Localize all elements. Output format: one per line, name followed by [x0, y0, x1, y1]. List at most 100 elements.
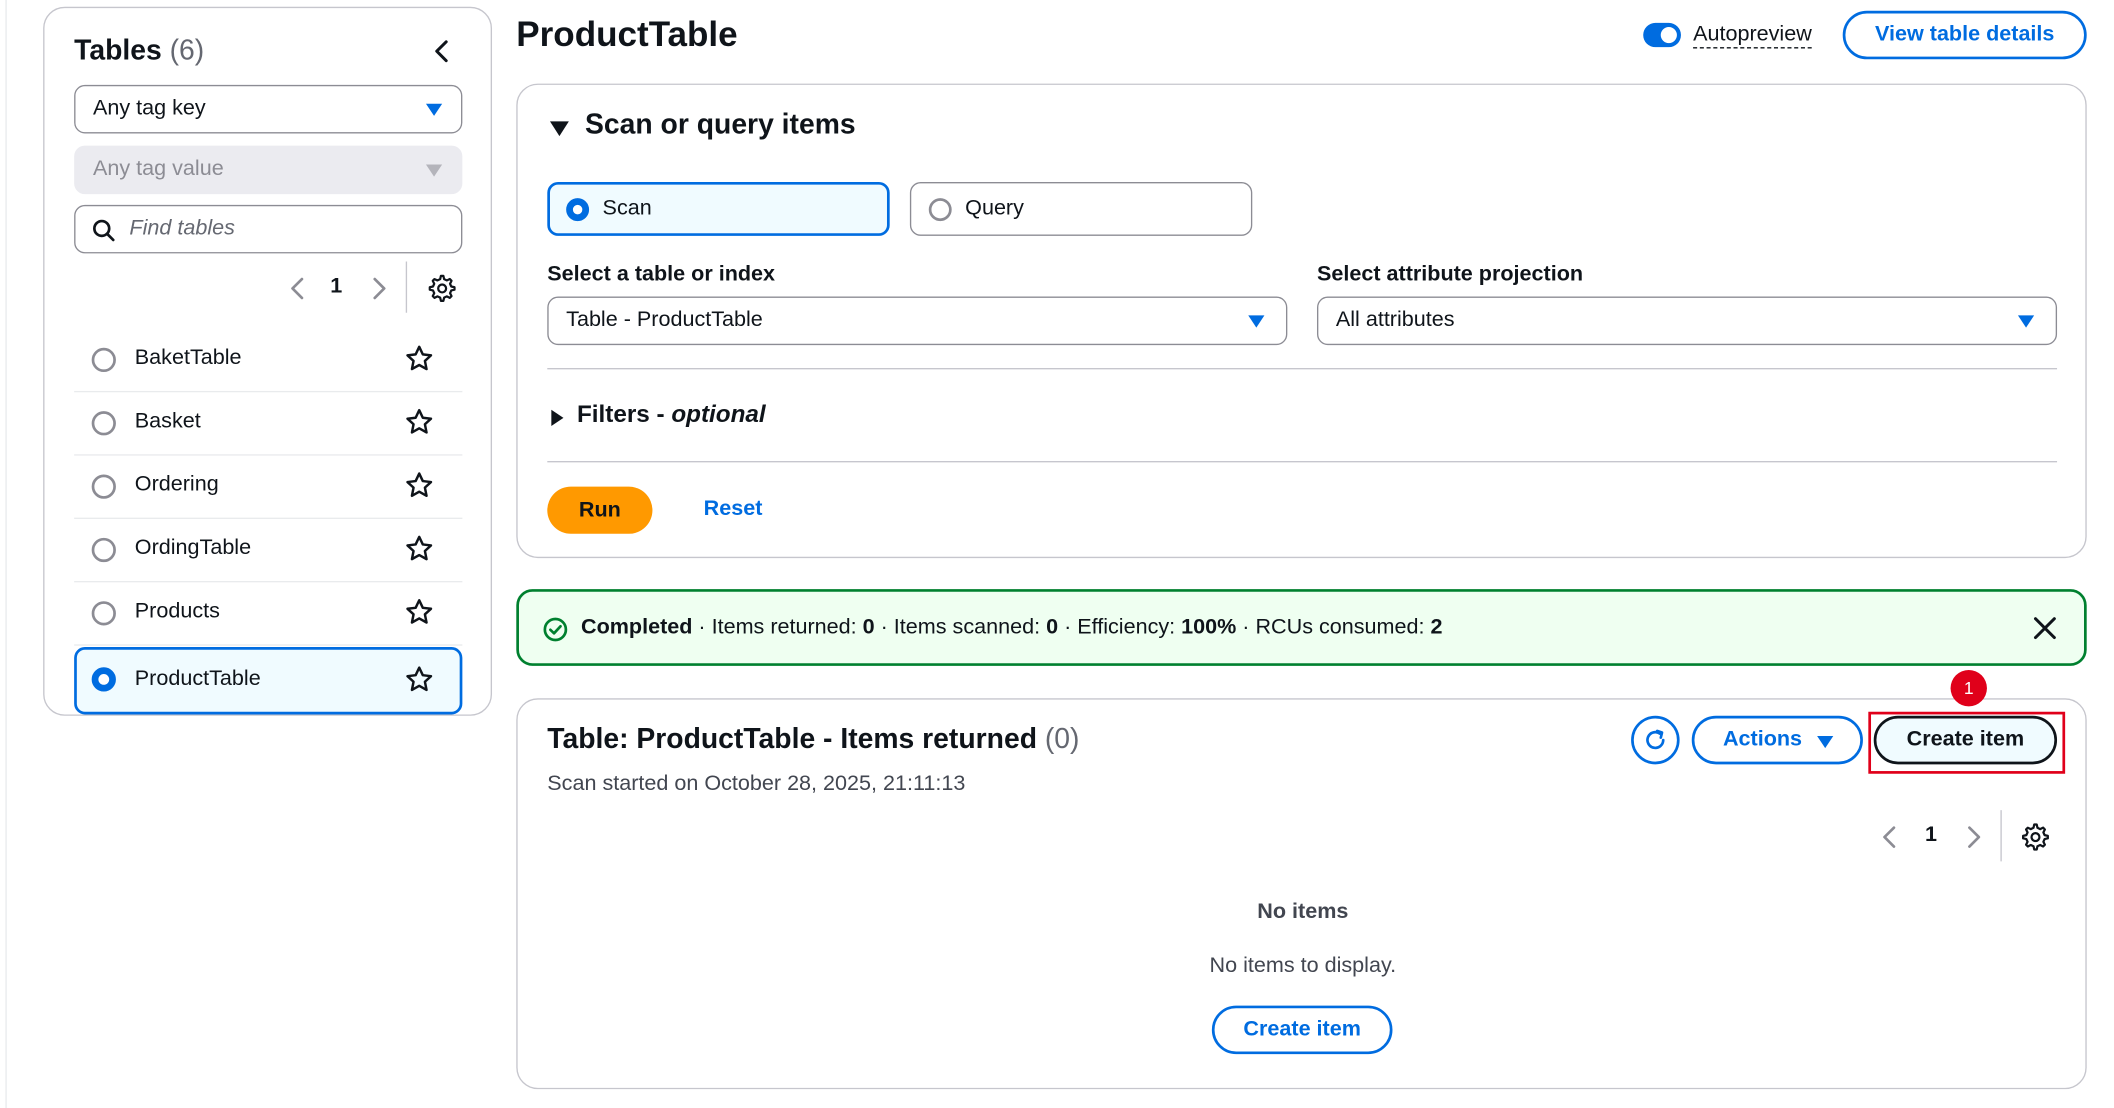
next-page-icon[interactable] [1963, 824, 1985, 851]
divider [547, 368, 2058, 370]
close-icon[interactable] [2033, 616, 2057, 647]
table-index-value: Table - ProductTable [566, 308, 763, 332]
table-index-select[interactable]: Table - ProductTable [547, 296, 1288, 346]
tag-value-select: Any tag value [74, 145, 463, 195]
run-button[interactable]: Run [547, 486, 653, 534]
table-name: ProductTable [134, 667, 261, 691]
table-name: Basket [134, 409, 201, 433]
expand-triangle-icon[interactable] [549, 121, 569, 137]
items-scanned-label: · Items scanned: [874, 616, 1047, 639]
empty-state-title: No items [1257, 900, 1349, 924]
left-divider [5, 0, 7, 1108]
table-list-item-selected[interactable]: ProductTable [74, 647, 463, 715]
prev-page-icon[interactable] [287, 275, 309, 302]
flash-text: Completed · Items returned: 0 · Items sc… [581, 616, 1442, 640]
rcus-label: · RCUs consumed: [1236, 616, 1431, 639]
scan-mode-label: Scan [602, 196, 652, 220]
star-icon[interactable] [404, 597, 434, 633]
projection-select-label: Select attribute projection [1316, 262, 1584, 286]
star-icon[interactable] [404, 665, 434, 701]
current-page-number[interactable]: 1 [330, 275, 342, 299]
radio-button[interactable] [91, 347, 116, 373]
page-title: ProductTable [516, 13, 738, 54]
radio-button[interactable] [91, 411, 116, 436]
rcus-value: 2 [1430, 616, 1443, 639]
table-name: Products [134, 599, 220, 623]
radio-button[interactable] [928, 198, 952, 222]
actions-label: Actions [1722, 727, 1803, 751]
query-mode-label: Query [965, 196, 1024, 220]
table-name: OrdingTable [134, 536, 252, 560]
table-select-label: Select a table or index [547, 262, 776, 286]
search-icon [93, 219, 115, 242]
pagination-divider [2000, 810, 2002, 862]
caret-down-icon [2017, 315, 2035, 328]
tag-key-select[interactable]: Any tag key [74, 84, 463, 134]
results-title-text: Table: ProductTable - Items returned [547, 723, 1037, 755]
scan-section-title[interactable]: Scan or query items [585, 109, 856, 141]
annotation-step-badge: 1 [1950, 669, 1987, 707]
items-results-panel: Table: ProductTable - Items returned (0)… [516, 669, 2087, 1090]
table-list-item[interactable]: Products [74, 582, 463, 646]
scan-query-panel: Scan or query items Scan Query Select a … [516, 83, 2087, 559]
tag-key-value: Any tag key [93, 97, 206, 120]
table-list-item[interactable]: Ordering [74, 456, 463, 519]
current-page-number[interactable]: 1 [1925, 824, 1937, 848]
view-table-details-label: View table details [1875, 22, 2055, 46]
sidebar-title: Tables (6) [74, 35, 204, 67]
settings-gear-icon[interactable] [2021, 822, 2051, 852]
annotation-highlight-box [1868, 711, 2066, 774]
query-mode-tile[interactable]: Query [909, 181, 1253, 236]
run-label: Run [578, 498, 621, 522]
items-returned-value: 0 [862, 616, 875, 639]
radio-button[interactable] [91, 537, 116, 563]
pagination-divider [405, 261, 408, 313]
tag-value-placeholder: Any tag value [93, 157, 224, 181]
refresh-icon [1646, 729, 1665, 750]
search-placeholder: Find tables [129, 217, 235, 240]
efficiency-value: 100% [1181, 616, 1237, 639]
collapsed-triangle-icon[interactable] [551, 409, 564, 426]
caret-down-icon [1248, 315, 1265, 328]
table-list-item[interactable]: Basket [74, 392, 463, 456]
collapse-sidebar-icon[interactable] [426, 35, 458, 67]
attribute-projection-select[interactable]: All attributes [1316, 296, 2058, 346]
autopreview-label[interactable]: Autopreview [1693, 22, 1812, 49]
star-icon[interactable] [404, 470, 434, 506]
items-scanned-value: 0 [1046, 616, 1059, 639]
caret-down-icon [425, 164, 443, 177]
filters-expander[interactable]: Filters - optional [577, 400, 766, 428]
prev-page-icon[interactable] [1879, 824, 1901, 851]
radio-button-selected[interactable] [566, 198, 590, 222]
completed-flash-message: Completed · Items returned: 0 · Items sc… [516, 589, 2087, 666]
attribute-projection-value: All attributes [1335, 308, 1455, 332]
table-name: Ordering [134, 473, 219, 497]
sidebar-title-text: Tables [74, 35, 162, 67]
reset-button[interactable]: Reset [704, 497, 763, 521]
table-name: BaketTable [134, 346, 242, 370]
autopreview-toggle[interactable] [1643, 22, 1681, 48]
radio-button-selected[interactable] [91, 667, 116, 692]
table-list-item[interactable]: BaketTable [74, 329, 463, 393]
table-list-item[interactable]: OrdingTable [74, 519, 463, 583]
refresh-button[interactable] [1631, 715, 1680, 765]
radio-button[interactable] [91, 474, 116, 499]
success-check-icon [543, 617, 568, 648]
view-table-details-button[interactable]: View table details [1842, 10, 2087, 60]
star-icon[interactable] [404, 534, 434, 570]
star-icon[interactable] [404, 344, 434, 380]
efficiency-label: · Efficiency: [1058, 616, 1182, 639]
settings-gear-icon[interactable] [427, 274, 457, 304]
next-page-icon[interactable] [368, 275, 390, 302]
empty-create-item-button[interactable]: Create item [1211, 1005, 1393, 1055]
scan-mode-tile[interactable]: Scan [547, 181, 890, 236]
star-icon[interactable] [404, 407, 434, 443]
actions-button[interactable]: Actions [1691, 715, 1863, 765]
radio-button[interactable] [91, 601, 116, 626]
page: Tables (6) Any tag key Any tag value Fin… [0, 0, 2114, 1108]
empty-create-item-label: Create item [1243, 1017, 1361, 1041]
filters-optional-label: optional [671, 400, 766, 428]
find-tables-input[interactable]: Find tables [74, 204, 463, 254]
sidebar-table-count: (6) [169, 35, 205, 67]
divider [547, 461, 2058, 463]
